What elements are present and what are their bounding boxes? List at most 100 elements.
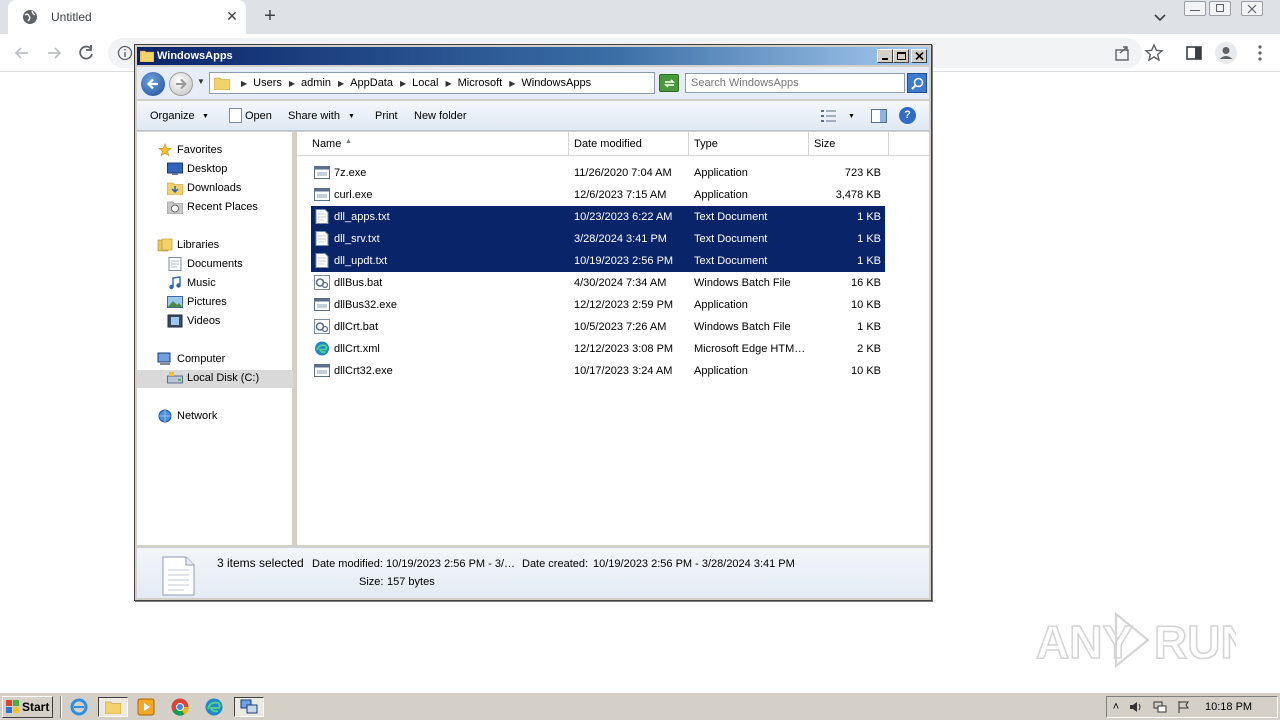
nav-videos[interactable]: Videos (167, 313, 277, 331)
breadcrumb-item[interactable]: Microsoft (458, 77, 503, 89)
breadcrumb-item[interactable]: admin (301, 77, 331, 89)
nav-documents[interactable]: Documents (167, 256, 277, 274)
minimize-icon (882, 58, 888, 60)
search-input[interactable] (691, 77, 891, 89)
reload-icon[interactable] (76, 43, 96, 63)
new-tab-button[interactable]: + (260, 6, 280, 26)
search-button[interactable] (907, 73, 927, 93)
search-field[interactable] (685, 73, 905, 93)
side-panel-icon[interactable] (1184, 43, 1204, 63)
back-arrow-icon[interactable] (12, 43, 32, 63)
volume-icon[interactable] (1129, 700, 1143, 714)
internet-explorer-icon[interactable] (68, 697, 90, 717)
file-row[interactable]: dllCrt32.exe 10/17/2023 3:24 AM Applicatio… (311, 360, 885, 382)
explorer-titlebar[interactable]: WindowsApps (137, 47, 929, 65)
file-name: 7z.exe (334, 167, 367, 179)
preview-pane-icon[interactable] (871, 109, 887, 123)
breadcrumb-item[interactable]: WindowsApps (521, 77, 591, 89)
open-button[interactable]: Open (245, 110, 272, 122)
browser-tab[interactable]: Untitled ✕ (8, 0, 246, 34)
file-row[interactable]: dll_srv.txt 3/28/2024 3:41 PM Text Documen… (311, 228, 885, 250)
edge-icon[interactable] (203, 697, 225, 717)
breadcrumb-item[interactable]: Users (253, 77, 282, 89)
nav-downloads[interactable]: Downloads (167, 180, 277, 198)
breadcrumb-separator-icon[interactable]: ▶ (400, 79, 406, 88)
clock[interactable]: 10:18 PM (1205, 701, 1252, 713)
view-details-icon[interactable] (821, 109, 837, 123)
start-button[interactable]: Start (2, 696, 53, 718)
file-row[interactable]: 7z.exe 11/26/2020 7:04 AM Application 723 K… (311, 162, 885, 184)
file-row[interactable]: curl.exe 12/6/2023 7:15 AM Application 3,47… (311, 184, 885, 206)
close-window-button[interactable] (1241, 1, 1263, 16)
nav-recent-places[interactable]: Recent Places (167, 199, 277, 217)
bookmark-star-icon[interactable] (1144, 43, 1164, 63)
back-arrow-icon (146, 78, 158, 90)
tab-close-icon[interactable]: ✕ (224, 8, 240, 24)
file-row[interactable]: dllCrt.xml 12/12/2023 3:08 PM Microsoft Ed… (311, 338, 885, 360)
share-icon[interactable] (1112, 43, 1132, 63)
column-header-size[interactable]: Size (809, 132, 889, 156)
share-with-dropdown-icon[interactable]: ▼ (348, 113, 355, 120)
chrome-icon[interactable] (169, 697, 191, 717)
minimize-button[interactable] (1184, 1, 1206, 16)
breadcrumb-separator-icon[interactable]: ▶ (241, 79, 247, 88)
nav-pictures[interactable]: Pictures (167, 294, 277, 312)
file-row[interactable]: dllBus32.exe 12/12/2023 2:59 PM Applicatio… (311, 294, 885, 316)
file-row[interactable]: dll_updt.txt 10/19/2023 2:56 PM Text Docum… (311, 250, 885, 272)
forward-arrow-icon (176, 78, 187, 90)
network-status-icon[interactable] (1153, 700, 1167, 714)
file-date-modified: 12/12/2023 3:08 PM (574, 343, 674, 355)
chevron-down-icon[interactable] (1152, 9, 1168, 25)
batch-file-icon (314, 319, 330, 334)
forward-arrow-icon[interactable] (44, 43, 64, 63)
nav-network[interactable]: Network (157, 408, 277, 426)
nav-local-disk[interactable]: Local Disk (C:) (137, 370, 293, 388)
new-folder-button[interactable]: New folder (414, 110, 467, 122)
file-type: Application (694, 167, 748, 179)
restore-button[interactable] (1209, 1, 1231, 16)
help-icon[interactable]: ? (899, 107, 916, 124)
breadcrumb-separator-icon[interactable]: ▶ (509, 79, 515, 88)
nav-music[interactable]: Music (167, 275, 277, 293)
taskbar-app-button[interactable] (234, 697, 264, 717)
file-row[interactable]: dllCrt.bat 10/5/2023 7:26 AM Windows Batch… (311, 316, 885, 338)
nav-libraries[interactable]: Libraries (157, 237, 277, 255)
breadcrumb-item[interactable]: Local (412, 77, 438, 89)
explorer-close-button[interactable] (911, 49, 927, 63)
explorer-back-button[interactable] (141, 72, 165, 96)
file-row[interactable]: dllBus.bat 4/30/2024 7:34 AM Windows Batch… (311, 272, 885, 294)
column-header-date[interactable]: Date modified (569, 132, 689, 156)
close-icon (915, 52, 924, 60)
exe-icon (314, 187, 330, 202)
nav-computer[interactable]: Computer (157, 351, 277, 369)
media-player-icon[interactable] (135, 697, 157, 717)
column-header-type[interactable]: Type (689, 132, 809, 156)
nav-desktop[interactable]: Desktop (167, 161, 277, 179)
file-type: Application (694, 365, 748, 377)
column-header-name[interactable]: Name ▲ (297, 132, 569, 156)
share-with-button[interactable]: Share with (288, 110, 340, 122)
breadcrumb-separator-icon[interactable]: ▶ (445, 79, 451, 88)
view-dropdown-icon[interactable]: ▼ (848, 113, 855, 120)
file-row[interactable]: dll_apps.txt 10/23/2023 6:22 AM Text Docum… (311, 206, 885, 228)
breadcrumb-item[interactable]: AppData (350, 77, 393, 89)
breadcrumb-separator-icon[interactable]: ▶ (338, 79, 344, 88)
show-hidden-icons-icon[interactable]: ˄ (1109, 700, 1123, 714)
taskbar-explorer-button[interactable] (98, 697, 128, 717)
explorer-forward-button[interactable] (169, 72, 193, 96)
breadcrumb-separator-icon[interactable]: ▶ (289, 79, 295, 88)
menu-kebab-icon[interactable] (1250, 43, 1270, 63)
explorer-minimize-button[interactable] (877, 49, 893, 63)
file-type: Windows Batch File (694, 277, 791, 289)
organize-button[interactable]: Organize (150, 110, 195, 122)
breadcrumb-bar[interactable]: ▶ Users ▶ admin ▶ AppData ▶ Local ▶ Microsoft ▶ Win… (209, 72, 718, 94)
print-button[interactable]: Print (375, 110, 398, 122)
recent-locations-chevron-icon[interactable]: ▼ (197, 77, 205, 87)
nav-favorites[interactable]: Favorites (157, 142, 277, 160)
organize-dropdown-icon[interactable]: ▼ (202, 113, 209, 120)
action-center-flag-icon[interactable] (1177, 700, 1191, 714)
explorer-maximize-button[interactable] (893, 49, 909, 63)
info-icon[interactable] (117, 45, 133, 61)
profile-avatar-icon[interactable] (1214, 41, 1238, 65)
refresh-button[interactable] (659, 74, 679, 92)
